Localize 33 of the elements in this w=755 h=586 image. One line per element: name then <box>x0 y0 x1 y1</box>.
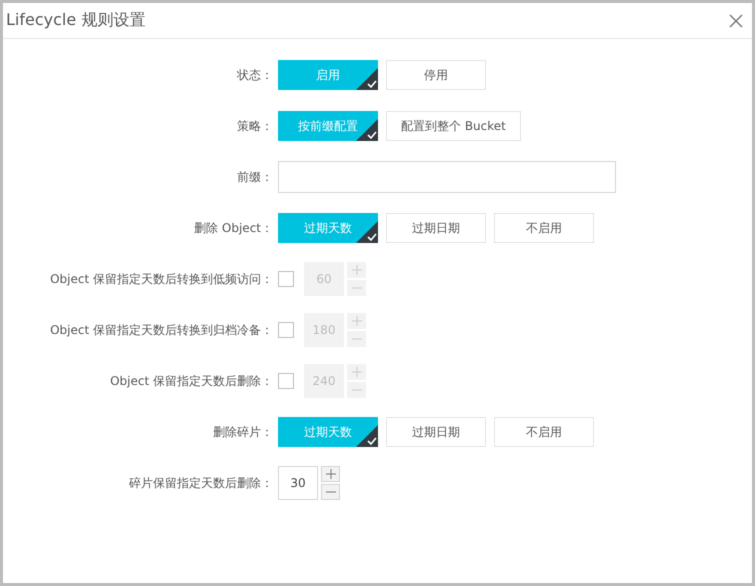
field-label: Object 保留指定天数后转换到低频访问： <box>49 270 274 288</box>
field-label: 删除碎片： <box>212 424 274 440</box>
plus-icon <box>352 316 362 326</box>
check-icon <box>356 68 378 90</box>
option-button[interactable]: 过期日期 <box>386 213 486 243</box>
option-button[interactable]: 停用 <box>386 60 486 90</box>
minus-icon <box>352 338 362 340</box>
prefix-input-field[interactable] <box>278 161 616 193</box>
minus-icon <box>326 491 336 493</box>
plus-icon <box>352 367 362 377</box>
check-icon <box>356 221 378 243</box>
minus-icon <box>352 389 362 391</box>
field-label: Object 保留指定天数后删除： <box>109 372 274 390</box>
field-label: 删除 Object： <box>193 220 274 236</box>
close-icon[interactable] <box>729 14 743 28</box>
plus-icon <box>326 469 336 479</box>
plus-icon <box>352 265 362 275</box>
option-button[interactable]: 配置到整个 Bucket <box>386 111 521 141</box>
decrement-button[interactable] <box>321 484 340 500</box>
minus-icon <box>352 287 362 289</box>
option-button[interactable]: 不启用 <box>494 417 594 447</box>
check-icon <box>356 119 378 141</box>
dialog-title: Lifecycle 规则设置 <box>6 10 146 31</box>
check-icon <box>356 425 378 447</box>
field-label: 碎片保留指定天数后删除： <box>128 474 274 492</box>
field-label: Object 保留指定天数后转换到归档冷备： <box>49 322 274 338</box>
field-label: 策略： <box>236 118 274 134</box>
option-button[interactable]: 过期日期 <box>386 417 486 447</box>
option-button[interactable]: 不启用 <box>494 213 594 243</box>
increment-button[interactable] <box>321 466 340 482</box>
field-label: 前缀： <box>236 168 274 186</box>
field-label: 状态： <box>236 66 274 84</box>
number-input-field[interactable]: 30 <box>278 466 318 500</box>
